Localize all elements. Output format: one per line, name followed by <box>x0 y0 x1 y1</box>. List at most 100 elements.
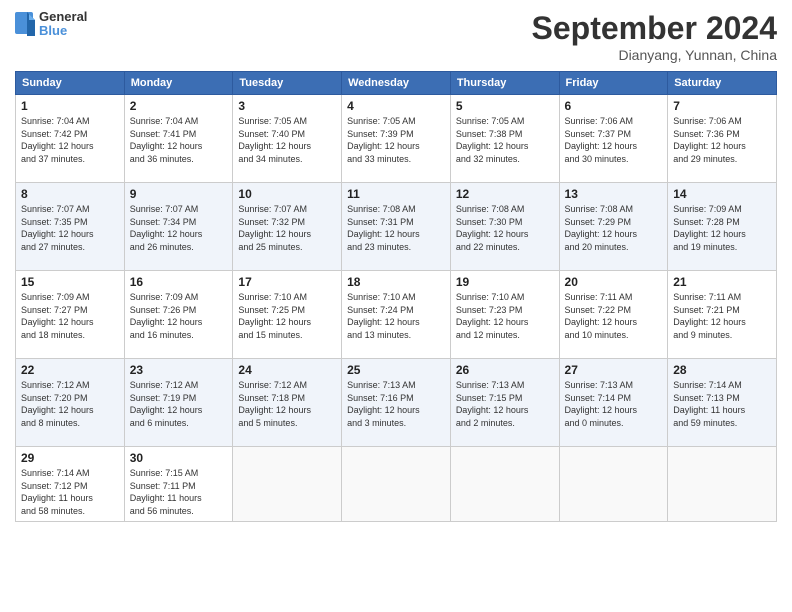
calendar-cell: 18 Sunrise: 7:10 AM Sunset: 7:24 PM Dayli… <box>342 271 451 359</box>
weekday-header-wednesday: Wednesday <box>342 72 451 95</box>
day-info: Sunrise: 7:04 AM Sunset: 7:41 PM Dayligh… <box>130 115 228 165</box>
day-number: 7 <box>673 99 771 113</box>
weekday-header-saturday: Saturday <box>668 72 777 95</box>
calendar-cell: 27 Sunrise: 7:13 AM Sunset: 7:14 PM Dayli… <box>559 359 668 447</box>
weekday-header-tuesday: Tuesday <box>233 72 342 95</box>
day-info: Sunrise: 7:05 AM Sunset: 7:38 PM Dayligh… <box>456 115 554 165</box>
day-number: 8 <box>21 187 119 201</box>
day-number: 13 <box>565 187 663 201</box>
weekday-header-friday: Friday <box>559 72 668 95</box>
weekday-header-thursday: Thursday <box>450 72 559 95</box>
page: General Blue September 2024 Dianyang, Yu… <box>0 0 792 612</box>
day-number: 28 <box>673 363 771 377</box>
logo-icon <box>15 12 35 36</box>
day-info: Sunrise: 7:09 AM Sunset: 7:26 PM Dayligh… <box>130 291 228 341</box>
day-number: 17 <box>238 275 336 289</box>
day-number: 14 <box>673 187 771 201</box>
day-info: Sunrise: 7:12 AM Sunset: 7:19 PM Dayligh… <box>130 379 228 429</box>
day-number: 27 <box>565 363 663 377</box>
day-info: Sunrise: 7:10 AM Sunset: 7:23 PM Dayligh… <box>456 291 554 341</box>
calendar-cell: 30Sunrise: 7:15 AM Sunset: 7:11 PM Dayli… <box>124 447 233 522</box>
day-info: Sunrise: 7:12 AM Sunset: 7:18 PM Dayligh… <box>238 379 336 429</box>
calendar-cell: 26 Sunrise: 7:13 AM Sunset: 7:15 PM Dayli… <box>450 359 559 447</box>
day-number: 21 <box>673 275 771 289</box>
day-info: Sunrise: 7:08 AM Sunset: 7:31 PM Dayligh… <box>347 203 445 253</box>
calendar-cell: 5 Sunrise: 7:05 AM Sunset: 7:38 PM Daylig… <box>450 95 559 183</box>
day-number: 22 <box>21 363 119 377</box>
calendar-cell: 29 Sunrise: 7:14 AM Sunset: 7:12 PM Dayli… <box>16 447 125 522</box>
calendar-cell: 11 Sunrise: 7:08 AM Sunset: 7:31 PM Dayli… <box>342 183 451 271</box>
month-title: September 2024 <box>532 10 777 47</box>
day-number: 26 <box>456 363 554 377</box>
day-info: Sunrise: 7:13 AM Sunset: 7:16 PM Dayligh… <box>347 379 445 429</box>
calendar-cell: 12Sunrise: 7:08 AM Sunset: 7:30 PM Dayli… <box>450 183 559 271</box>
logo-line2: Blue <box>39 24 87 38</box>
day-number: 16 <box>130 275 228 289</box>
calendar-week-4: 22 Sunrise: 7:12 AM Sunset: 7:20 PM Dayli… <box>16 359 777 447</box>
day-info: Sunrise: 7:13 AM Sunset: 7:15 PM Dayligh… <box>456 379 554 429</box>
day-info: Sunrise: 7:04 AM Sunset: 7:42 PM Dayligh… <box>21 115 119 165</box>
calendar-cell: 19 Sunrise: 7:10 AM Sunset: 7:23 PM Dayli… <box>450 271 559 359</box>
day-info: Sunrise: 7:11 AM Sunset: 7:22 PM Dayligh… <box>565 291 663 341</box>
day-info: Sunrise: 7:10 AM Sunset: 7:25 PM Dayligh… <box>238 291 336 341</box>
day-info: Sunrise: 7:12 AM Sunset: 7:20 PM Dayligh… <box>21 379 119 429</box>
calendar-cell: 7Sunrise: 7:06 AM Sunset: 7:36 PM Daylig… <box>668 95 777 183</box>
calendar-cell: 2 Sunrise: 7:04 AM Sunset: 7:41 PM Daylig… <box>124 95 233 183</box>
day-number: 20 <box>565 275 663 289</box>
calendar-cell: 20 Sunrise: 7:11 AM Sunset: 7:22 PM Dayli… <box>559 271 668 359</box>
day-number: 3 <box>238 99 336 113</box>
day-number: 29 <box>21 451 119 465</box>
calendar-cell: 17 Sunrise: 7:10 AM Sunset: 7:25 PM Dayli… <box>233 271 342 359</box>
day-number: 11 <box>347 187 445 201</box>
calendar-cell <box>233 447 342 522</box>
weekday-header-sunday: Sunday <box>16 72 125 95</box>
logo: General Blue <box>15 10 87 39</box>
day-number: 30 <box>130 451 228 465</box>
day-info: Sunrise: 7:09 AM Sunset: 7:28 PM Dayligh… <box>673 203 771 253</box>
weekday-header-row: SundayMondayTuesdayWednesdayThursdayFrid… <box>16 72 777 95</box>
calendar-cell: 28Sunrise: 7:14 AM Sunset: 7:13 PM Dayli… <box>668 359 777 447</box>
weekday-header-monday: Monday <box>124 72 233 95</box>
header: General Blue September 2024 Dianyang, Yu… <box>15 10 777 63</box>
day-number: 19 <box>456 275 554 289</box>
day-info: Sunrise: 7:05 AM Sunset: 7:40 PM Dayligh… <box>238 115 336 165</box>
calendar-week-3: 15 Sunrise: 7:09 AM Sunset: 7:27 PM Dayli… <box>16 271 777 359</box>
day-number: 2 <box>130 99 228 113</box>
day-info: Sunrise: 7:10 AM Sunset: 7:24 PM Dayligh… <box>347 291 445 341</box>
day-number: 25 <box>347 363 445 377</box>
calendar-cell: 21 Sunrise: 7:11 AM Sunset: 7:21 PM Dayli… <box>668 271 777 359</box>
day-info: Sunrise: 7:13 AM Sunset: 7:14 PM Dayligh… <box>565 379 663 429</box>
day-info: Sunrise: 7:05 AM Sunset: 7:39 PM Dayligh… <box>347 115 445 165</box>
day-info: Sunrise: 7:07 AM Sunset: 7:34 PM Dayligh… <box>130 203 228 253</box>
calendar-cell: 1Sunrise: 7:04 AM Sunset: 7:42 PM Daylig… <box>16 95 125 183</box>
calendar-cell <box>450 447 559 522</box>
logo-text: General Blue <box>39 10 87 39</box>
calendar-cell: 8 Sunrise: 7:07 AM Sunset: 7:35 PM Daylig… <box>16 183 125 271</box>
day-info: Sunrise: 7:08 AM Sunset: 7:30 PM Dayligh… <box>456 203 554 253</box>
day-info: Sunrise: 7:07 AM Sunset: 7:35 PM Dayligh… <box>21 203 119 253</box>
calendar-cell: 13 Sunrise: 7:08 AM Sunset: 7:29 PM Dayli… <box>559 183 668 271</box>
day-info: Sunrise: 7:11 AM Sunset: 7:21 PM Dayligh… <box>673 291 771 341</box>
day-info: Sunrise: 7:14 AM Sunset: 7:12 PM Dayligh… <box>21 467 119 517</box>
calendar-cell: 16 Sunrise: 7:09 AM Sunset: 7:26 PM Dayli… <box>124 271 233 359</box>
title-section: September 2024 Dianyang, Yunnan, China <box>532 10 777 63</box>
day-number: 15 <box>21 275 119 289</box>
day-info: Sunrise: 7:07 AM Sunset: 7:32 PM Dayligh… <box>238 203 336 253</box>
calendar-cell: 23Sunrise: 7:12 AM Sunset: 7:19 PM Dayli… <box>124 359 233 447</box>
calendar-week-1: 1Sunrise: 7:04 AM Sunset: 7:42 PM Daylig… <box>16 95 777 183</box>
calendar-cell: 9Sunrise: 7:07 AM Sunset: 7:34 PM Daylig… <box>124 183 233 271</box>
day-number: 18 <box>347 275 445 289</box>
day-number: 6 <box>565 99 663 113</box>
day-info: Sunrise: 7:09 AM Sunset: 7:27 PM Dayligh… <box>21 291 119 341</box>
day-number: 4 <box>347 99 445 113</box>
calendar-cell: 10Sunrise: 7:07 AM Sunset: 7:32 PM Dayli… <box>233 183 342 271</box>
calendar-week-5: 29 Sunrise: 7:14 AM Sunset: 7:12 PM Dayli… <box>16 447 777 522</box>
calendar-cell: 6Sunrise: 7:06 AM Sunset: 7:37 PM Daylig… <box>559 95 668 183</box>
day-number: 5 <box>456 99 554 113</box>
calendar: SundayMondayTuesdayWednesdayThursdayFrid… <box>15 71 777 522</box>
calendar-cell: 22 Sunrise: 7:12 AM Sunset: 7:20 PM Dayli… <box>16 359 125 447</box>
day-info: Sunrise: 7:08 AM Sunset: 7:29 PM Dayligh… <box>565 203 663 253</box>
calendar-cell: 4 Sunrise: 7:05 AM Sunset: 7:39 PM Daylig… <box>342 95 451 183</box>
calendar-week-2: 8 Sunrise: 7:07 AM Sunset: 7:35 PM Daylig… <box>16 183 777 271</box>
calendar-cell: 14 Sunrise: 7:09 AM Sunset: 7:28 PM Dayli… <box>668 183 777 271</box>
